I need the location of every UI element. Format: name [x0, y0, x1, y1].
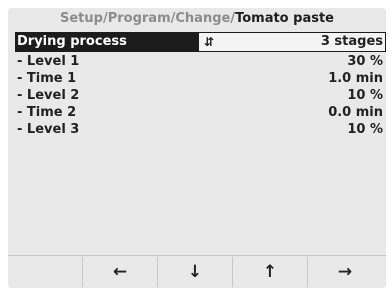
breadcrumb-program[interactable]: Program — [108, 11, 171, 26]
breadcrumb-current: Tomato paste — [235, 11, 334, 26]
right-arrow-icon[interactable]: → — [308, 257, 382, 287]
parameter-label: - Level 1 — [17, 54, 80, 69]
parameter-label: - Time 2 — [17, 105, 77, 120]
selected-parameter-row[interactable]: Drying process ⇵ 3 stages — [15, 32, 386, 52]
softkey-blank[interactable] — [8, 257, 83, 287]
parameter-row-level-1[interactable]: - Level 1 30 % — [15, 53, 385, 70]
updown-arrows-icon: ⇵ — [204, 35, 215, 49]
parameter-label: - Time 1 — [17, 71, 77, 86]
parameter-value: 0.0 min — [328, 105, 383, 120]
parameter-value: 10 % — [347, 88, 383, 103]
selected-parameter-label-cell[interactable]: Drying process — [15, 32, 198, 52]
display-screen: Setup/Program/Change/Tomato paste Drying… — [8, 8, 386, 288]
drying-process-label: Drying process — [17, 34, 127, 49]
down-arrow-icon[interactable]: ↓ — [158, 257, 233, 287]
breadcrumb-setup[interactable]: Setup — [60, 11, 103, 26]
parameter-label: - Level 2 — [17, 88, 80, 103]
drying-process-value: 3 stages — [320, 34, 383, 49]
breadcrumb-change[interactable]: Change — [175, 11, 230, 26]
parameter-row-time-1[interactable]: - Time 1 1.0 min — [15, 70, 385, 87]
softkey-bar: ← ↓ ↑ → — [8, 255, 386, 288]
parameter-row-level-3[interactable]: - Level 3 10 % — [15, 121, 385, 138]
parameter-value: 30 % — [347, 54, 383, 69]
up-arrow-icon[interactable]: ↑ — [233, 257, 308, 287]
parameter-value: 1.0 min — [328, 71, 383, 86]
parameter-label: - Level 3 — [17, 122, 80, 137]
parameter-row-level-2[interactable]: - Level 2 10 % — [15, 87, 385, 104]
parameter-list: Drying process ⇵ 3 stages - Level 1 30 %… — [15, 32, 386, 138]
left-arrow-icon[interactable]: ← — [83, 257, 158, 287]
parameter-row-time-2[interactable]: - Time 2 0.0 min — [15, 104, 385, 121]
parameter-value: 10 % — [347, 122, 383, 137]
breadcrumb: Setup/Program/Change/Tomato paste — [8, 11, 386, 26]
drying-process-value-field[interactable]: ⇵ 3 stages — [198, 32, 386, 52]
